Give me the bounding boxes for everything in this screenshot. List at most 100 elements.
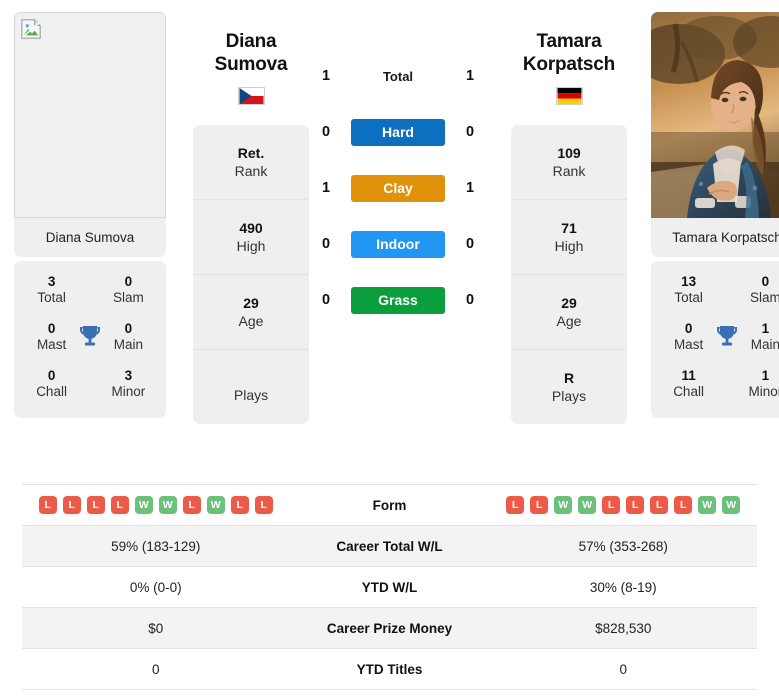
right-high-label: High	[554, 237, 584, 254]
broken-image-icon	[21, 19, 41, 39]
right-age-cell: 29 Age	[511, 275, 627, 351]
surface-pill-indoor[interactable]: Indoor	[351, 230, 445, 258]
right-titles-main-label: Main	[750, 337, 779, 353]
left-form-badge: W	[158, 496, 177, 514]
h2h-indoor-right-score: 0	[465, 236, 475, 252]
right-titles-total-value: 13	[681, 274, 697, 289]
row-label-ytd-wl: YTD W/L	[361, 579, 418, 595]
h2h-grass-right-score: 0	[465, 292, 475, 308]
h2h-clay-right-score: 1	[465, 180, 475, 196]
left-plays-value	[197, 370, 305, 387]
surface-pill-grass[interactable]: Grass	[351, 286, 445, 314]
right-form-badge: L	[530, 496, 549, 514]
surface-pill-clay[interactable]: Clay	[351, 174, 445, 202]
left-titles-minor: 3 Minor	[105, 368, 152, 401]
left-form-badge: W	[134, 496, 153, 514]
left-high-value: 490	[239, 220, 263, 237]
left-titles-total-value: 3	[47, 274, 56, 289]
right-rank-value: 109	[557, 145, 581, 162]
right-titles-mast-value: 0	[684, 320, 693, 336]
right-plays-value: R	[563, 370, 575, 387]
left-titles-chall-label: Chall	[36, 384, 67, 400]
right-titles-slam-label: Slam	[750, 290, 779, 306]
row-label-career-total-wl: Career Total W/L	[336, 538, 443, 554]
right-titles-slam: 0 Slam	[742, 274, 779, 307]
right-titles-main: 1 Main	[742, 321, 779, 354]
right-form-badge: L	[602, 496, 621, 514]
left-titles-slam-label: Slam	[113, 290, 144, 306]
left-rank-cell: Ret. Rank	[193, 125, 309, 201]
h2h-row-indoor: 0 Indoor 0	[315, 224, 481, 264]
right-trophy-icon-wrap	[712, 324, 742, 350]
right-player-photo	[651, 12, 779, 218]
left-titles-mast: 0 Mast	[28, 321, 75, 354]
right-form-badge: W	[578, 496, 597, 514]
right-high-value: 71	[561, 220, 577, 237]
right-high-cell: 71 High	[511, 200, 627, 276]
flag-icon-germany	[555, 87, 583, 106]
h2h-total-left-score: 1	[321, 68, 331, 84]
left-form-badge: L	[38, 496, 57, 514]
table-row-career-prize-money: $0 Career Prize Money $828,530	[22, 608, 757, 649]
left-form-badge: L	[62, 496, 81, 514]
right-titles-minor-label: Minor	[748, 384, 779, 400]
right-player-photo-name: Tamara Korpatsch	[672, 230, 779, 245]
left-titles-row-1: 3 Total 0 Slam	[14, 267, 166, 314]
right-titles-total-label: Total	[674, 290, 703, 306]
left-form-badges: LLLLWWLWLL	[22, 496, 290, 514]
trophy-icon	[717, 326, 737, 346]
left-form-badge: L	[182, 496, 201, 514]
right-player-info-column: Tamara Korpatsch 109 Rank 71 High 29 Age…	[511, 12, 627, 425]
left-player-card: Diana Sumova	[14, 12, 166, 257]
right-form-badge: W	[698, 496, 717, 514]
left-titles-total: 3 Total	[28, 274, 75, 307]
table-row-form: LLLLWWLWLL Form LLWWLLLLWW	[22, 485, 757, 526]
right-player-first-name: Tamara	[536, 31, 602, 52]
left-titles-chall: 0 Chall	[28, 368, 75, 401]
left-player-info-column: Diana Sumova Ret. Rank 490 High 29 Age P…	[193, 12, 309, 424]
left-age-cell: 29 Age	[193, 275, 309, 351]
right-rank-cell: 109 Rank	[511, 125, 627, 201]
left-player-photo-name: Diana Sumova	[45, 230, 135, 245]
h2h-hard-right-score: 0	[465, 124, 475, 140]
left-titles-total-label: Total	[37, 290, 66, 306]
h2h-row-clay: 1 Clay 1	[315, 168, 481, 208]
table-row-career-total-wl: 59% (183-129) Career Total W/L 57% (353-…	[22, 526, 757, 567]
left-titles-mast-value: 0	[47, 320, 56, 336]
left-form-badge: W	[206, 496, 225, 514]
right-rank-label: Rank	[552, 162, 586, 179]
left-titles-slam: 0 Slam	[105, 274, 152, 307]
left-plays-label: Plays	[233, 387, 269, 404]
right-form-badge: W	[722, 496, 741, 514]
right-titles-main-value: 1	[761, 320, 770, 336]
left-ytd-titles: 0	[151, 661, 160, 677]
left-titles-mast-label: Mast	[36, 337, 67, 353]
right-form-badge: L	[650, 496, 669, 514]
right-age-label: Age	[556, 312, 582, 329]
left-titles-main-value: 0	[124, 320, 133, 336]
left-player-last-name: Sumova	[214, 54, 288, 76]
left-career-prize-money: $0	[148, 620, 164, 636]
left-ytd-wl: 0% (0-0)	[129, 579, 182, 595]
right-titles-mast-label: Mast	[673, 337, 704, 353]
surface-pill-hard[interactable]: Hard	[351, 118, 445, 146]
left-titles-slam-value: 0	[124, 274, 133, 289]
h2h-row-hard: 0 Hard 0	[315, 112, 481, 152]
left-titles-row-2: 0 Mast 0 Main	[14, 314, 166, 361]
right-titles-minor-value: 1	[761, 367, 770, 383]
right-player-card: Tamara Korpatsch	[651, 12, 779, 257]
right-form-badge: L	[506, 496, 525, 514]
left-titles-chall-value: 0	[47, 367, 56, 383]
right-titles-chall-value: 11	[681, 367, 696, 383]
row-label-ytd-titles: YTD Titles	[356, 661, 423, 677]
left-player-photo-column: Diana Sumova 3 Total 0 Slam 0 Mast 0 Mai…	[14, 12, 166, 418]
right-titles-slam-value: 0	[761, 274, 770, 289]
right-ytd-titles: 0	[619, 661, 627, 677]
left-high-cell: 490 High	[193, 200, 309, 276]
right-player-titles: 13 Total 0 Slam 0 Mast 1 Main 11 Chall 1…	[651, 261, 779, 418]
h2h-surface-column: 1 Total 1 0 Hard 0 1 Clay 1 0 Indoor 0 0	[315, 12, 481, 336]
right-player-stats-card: 109 Rank 71 High 29 Age R Plays	[511, 125, 627, 425]
h2h-grass-left-score: 0	[321, 292, 331, 308]
left-player-photo	[14, 12, 166, 218]
player-comparison-section: Diana Sumova 3 Total 0 Slam 0 Mast 0 Mai…	[0, 0, 779, 470]
